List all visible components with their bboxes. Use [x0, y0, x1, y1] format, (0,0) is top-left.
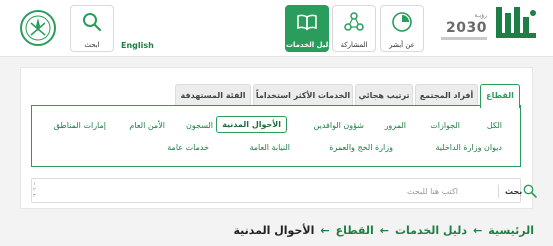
- services-search-bar: بحث: [31, 178, 537, 203]
- tab-community-members[interactable]: أفراد المجتمع: [415, 84, 478, 107]
- tab-alphabetical[interactable]: ترتيب هجائي: [355, 84, 413, 107]
- search-submit-button[interactable]: بحث: [505, 187, 522, 196]
- tab-target-audience[interactable]: الفئة المستهدفة: [175, 84, 251, 107]
- vision-underline: [441, 37, 487, 40]
- breadcrumb-services-guide[interactable]: دليل الخدمات: [395, 224, 467, 237]
- nav-participation-label: المشاركة: [340, 41, 368, 49]
- about-icon: [392, 12, 412, 32]
- search-icon: [83, 13, 102, 32]
- services-guide-icon: [297, 14, 317, 31]
- header-search-button[interactable]: ابحث: [70, 5, 114, 52]
- sector-item-regional-emirates[interactable]: إمارات المناطق: [54, 121, 106, 130]
- breadcrumb-separator: ←: [473, 224, 483, 237]
- breadcrumb-separator: ←: [379, 224, 389, 237]
- nav-services-guide-label: دليل الخدمات: [286, 41, 332, 49]
- font-size-marks: ١ ٢ ٣: [33, 181, 36, 199]
- sector-item-ministry-diwan[interactable]: ديوان وزارة الداخلية: [436, 143, 503, 152]
- tab-most-used-services[interactable]: الخدمات الأكثر استخداماً: [253, 84, 353, 107]
- filter-tabs: القطاع أفراد المجتمع ترتيب هجائي الخدمات…: [175, 84, 520, 108]
- vision-year: 2030: [446, 20, 487, 36]
- sector-item-traffic[interactable]: المرور: [385, 121, 406, 130]
- nav-about-label: عن أبشر: [389, 41, 415, 49]
- breadcrumb-separator: ←: [320, 224, 330, 237]
- sector-item-civil-affairs[interactable]: الأحوال المدنية: [216, 116, 287, 133]
- search-divider: [498, 185, 499, 198]
- breadcrumb-current: الأحوال المدنية: [233, 224, 315, 237]
- ministry-emblem-icon: [20, 10, 56, 46]
- breadcrumb: الرئيسية ← دليل الخدمات ← القطاع ← الأحوال الم…: [233, 224, 534, 237]
- breadcrumb-home[interactable]: الرئيسية: [488, 224, 534, 237]
- sector-item-all[interactable]: الكل: [487, 121, 502, 130]
- participation-icon: [344, 12, 364, 31]
- sector-item-general-services[interactable]: خدمات عامة: [167, 143, 209, 152]
- sector-item-passports[interactable]: الجوازات: [430, 121, 460, 130]
- sector-list: الكل الجوازات المرور شؤون الوافدين الأحو…: [31, 105, 521, 167]
- sector-item-public-security[interactable]: الأمن العام: [129, 121, 165, 130]
- sector-item-hajj-umrah[interactable]: وزارة الحج والعمرة: [329, 143, 393, 152]
- vision-label: رؤيـة: [474, 12, 487, 19]
- site-header: رؤيـة 2030 عن أبشر المشاركة دليل الخدمات: [0, 0, 553, 57]
- sector-item-expatriates[interactable]: شؤون الوافدين: [314, 121, 364, 130]
- tab-sector[interactable]: القطاع: [480, 84, 520, 108]
- header-search-label: ابحث: [84, 41, 100, 49]
- nav-about-absher[interactable]: عن أبشر: [380, 5, 424, 52]
- services-search-input[interactable]: [88, 182, 458, 200]
- sector-item-public-prosecution[interactable]: النيابة العامة: [249, 143, 290, 152]
- sector-item-prisons[interactable]: السجون: [186, 121, 213, 130]
- vision-2030-logo: رؤيـة 2030: [439, 10, 487, 46]
- nav-services-guide[interactable]: دليل الخدمات: [285, 5, 332, 52]
- language-switch-link[interactable]: English: [121, 41, 154, 50]
- absher-logo[interactable]: [495, 5, 539, 45]
- nav-participation[interactable]: المشاركة: [332, 5, 376, 52]
- breadcrumb-sector[interactable]: القطاع: [336, 224, 374, 237]
- search-icon[interactable]: [522, 183, 538, 199]
